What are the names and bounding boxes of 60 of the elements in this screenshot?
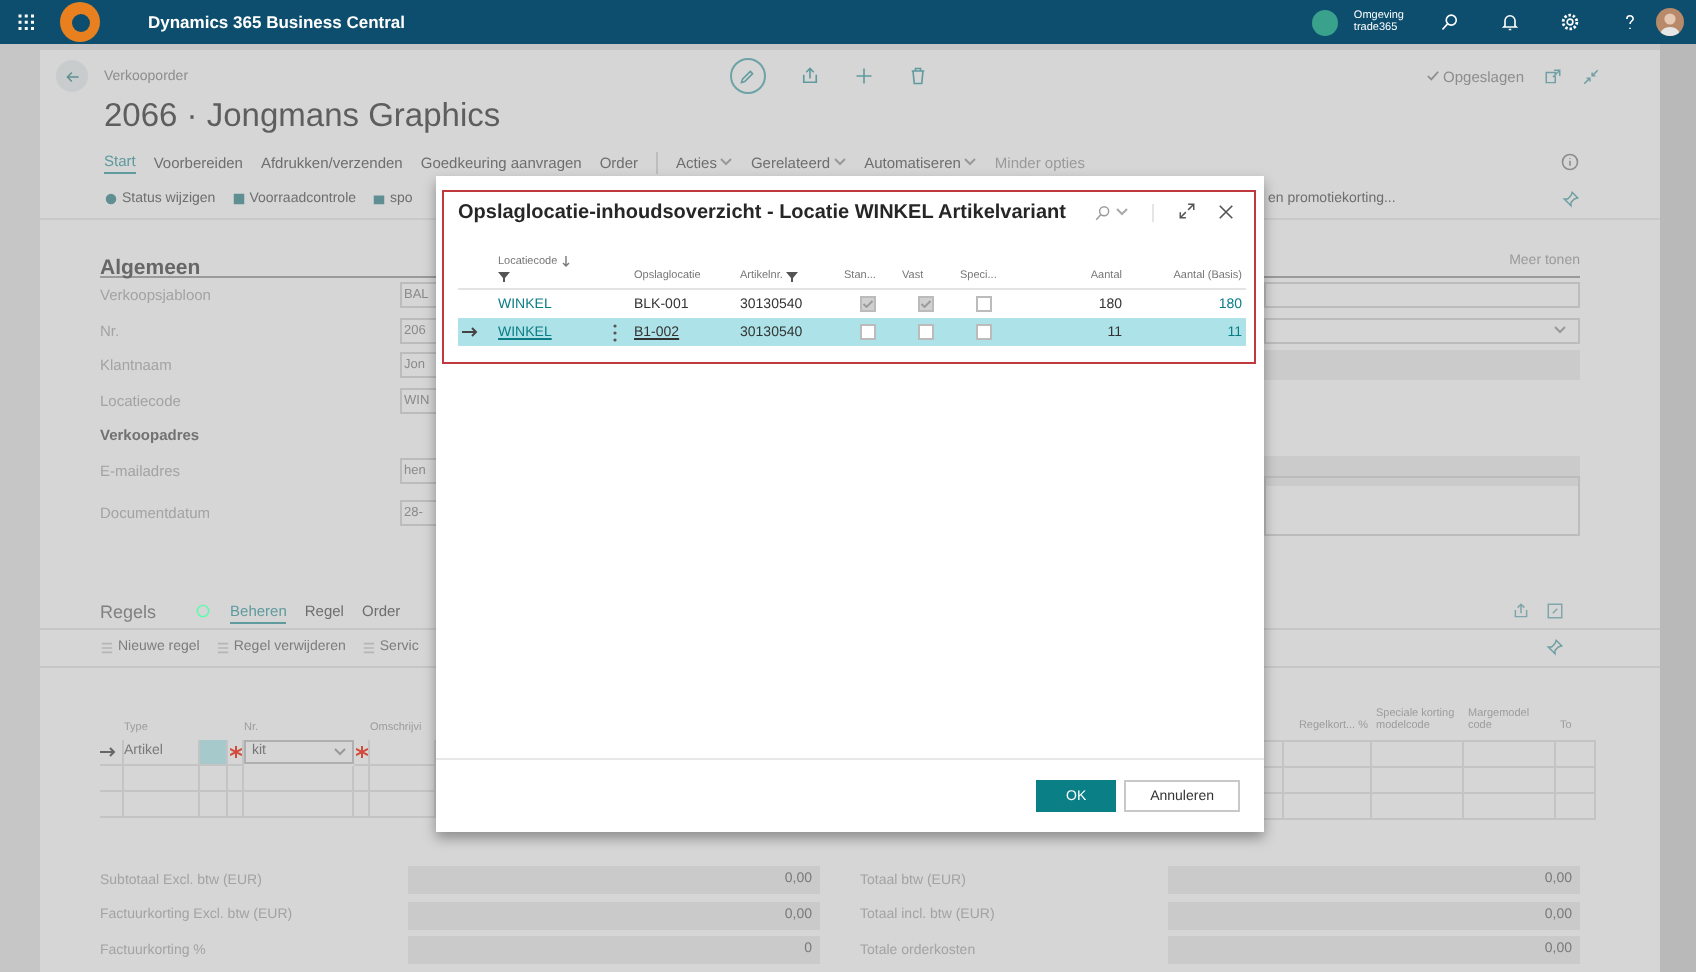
share-icon[interactable]: [1512, 602, 1530, 620]
app-launcher-icon[interactable]: [16, 12, 36, 32]
chevron-icon: [1554, 326, 1566, 335]
lines-icon: [215, 641, 230, 653]
table-cell: [200, 739, 228, 766]
bell-icon[interactable]: [1500, 12, 1520, 32]
table-cell: [244, 766, 354, 792]
filter-icon[interactable]: [786, 271, 799, 281]
search-icon: [1093, 203, 1112, 221]
dialog-title: Opslaglocatie-inhoudsoverzicht - Locatie WINKEL Artikelvariant: [458, 201, 1066, 223]
lines-icon: [100, 641, 114, 653]
help-icon[interactable]: [1620, 12, 1640, 32]
pencil-icon: [738, 67, 756, 85]
pin-icon[interactable]: [1546, 638, 1564, 656]
back-button[interactable]: [56, 60, 88, 92]
chevron-icon: [964, 158, 977, 166]
share-icon[interactable]: [799, 66, 819, 86]
app-title: Dynamics 365 Business Central: [148, 12, 406, 32]
open-window-icon[interactable]: [1544, 67, 1562, 85]
dropdown-field[interactable]: [1264, 317, 1580, 344]
page-title: 2066 · Jongmans Graphics: [102, 96, 503, 136]
required-icon: [228, 739, 244, 766]
square-icon: [231, 192, 246, 206]
chevron-icon: [720, 158, 733, 166]
square-icon: [372, 192, 387, 206]
chevron-icon: [334, 747, 346, 756]
expand-icon[interactable]: [1178, 202, 1196, 220]
pin-icon[interactable]: [1562, 190, 1580, 208]
checkbox[interactable]: [860, 324, 876, 340]
section-title: Regels: [100, 601, 157, 621]
chevron-icon: [834, 158, 847, 166]
checkbox[interactable]: [976, 324, 992, 340]
filter-icon[interactable]: [498, 272, 510, 282]
user-avatar[interactable]: [1656, 8, 1684, 36]
environment-icon[interactable]: [1311, 9, 1338, 35]
checkmark-icon: [1425, 70, 1440, 82]
table-cell: [200, 766, 228, 792]
chevron-icon: [1115, 208, 1128, 216]
more-options-icon[interactable]: [612, 323, 618, 341]
back-arrow-icon: [63, 67, 81, 85]
checkbox[interactable]: [860, 296, 876, 312]
delete-icon[interactable]: [907, 66, 927, 86]
collapse-icon[interactable]: [1582, 67, 1600, 85]
logo[interactable]: [60, 2, 100, 42]
text-area[interactable]: [1264, 476, 1580, 536]
checkbox[interactable]: [976, 296, 992, 312]
checkbox[interactable]: [918, 296, 934, 312]
plus-icon[interactable]: [853, 66, 873, 86]
lines-icon: [361, 641, 376, 653]
search-icon[interactable]: [1440, 12, 1460, 32]
edit-button[interactable]: [729, 58, 765, 94]
table-cell: [124, 766, 200, 792]
section-title: Algemeen: [100, 256, 201, 280]
info-icon: [1560, 152, 1580, 172]
close-icon[interactable]: [1216, 202, 1236, 222]
search-button[interactable]: [1093, 203, 1154, 221]
input-field[interactable]: [1264, 282, 1580, 309]
settings-icon[interactable]: [1560, 12, 1580, 32]
required-icon: [354, 739, 370, 766]
checkbox[interactable]: [918, 324, 934, 340]
